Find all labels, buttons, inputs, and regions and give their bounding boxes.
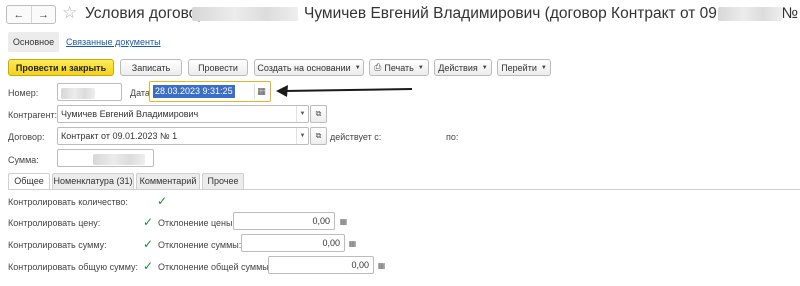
actions-label: Действия: [438, 62, 478, 73]
price-deviation-label: Отклонение цены:: [158, 218, 235, 228]
tab-divider: [8, 189, 800, 190]
date-value: 28.03.2023 9:31:25: [153, 85, 235, 98]
total-deviation-field[interactable]: 0,00: [268, 256, 374, 274]
contract-value: Контракт от 09.01.2023 № 1: [61, 131, 178, 141]
open-link-icon[interactable]: ⧉: [310, 127, 327, 145]
calendar-icon[interactable]: ▦: [254, 84, 268, 99]
control-quantity-label: Контролировать количество:: [8, 197, 128, 207]
chevron-down-icon: ▼: [354, 64, 361, 71]
tab-comment[interactable]: Комментарий: [136, 173, 200, 189]
counterparty-label: Контрагент:: [8, 110, 58, 120]
sum-deviation-field[interactable]: 0,00: [241, 234, 345, 252]
chevron-down-icon: ▼: [540, 64, 547, 71]
navigation-buttons: ← →: [6, 5, 56, 24]
post-and-close-button[interactable]: Провести и закрыть: [8, 59, 114, 76]
chevron-down-icon: ▼: [481, 64, 488, 71]
star-icon[interactable]: ☆: [62, 3, 77, 23]
goto-button[interactable]: Перейти ▼: [497, 59, 551, 76]
goto-label: Перейти: [501, 62, 537, 73]
printer-icon: ⎙: [374, 62, 382, 72]
counterparty-value: Чумичев Евгений Владимирович: [61, 109, 199, 119]
valid-from-label: действует с:: [330, 132, 382, 142]
tab-other[interactable]: Прочее: [202, 173, 244, 189]
calculator-icon[interactable]: ▦: [375, 256, 388, 274]
calculator-icon[interactable]: ▦: [346, 234, 359, 252]
print-label: Печать: [384, 62, 414, 73]
contract-label: Договор:: [8, 132, 45, 142]
sum-label: Сумма:: [8, 155, 39, 165]
section-main[interactable]: Основное: [8, 32, 59, 52]
sum-deviation-label: Отклонение суммы:: [158, 240, 242, 250]
redacted-number: [61, 88, 95, 100]
create-based-on-button[interactable]: Создать на основании ▼: [254, 59, 364, 76]
price-deviation-field[interactable]: 0,00: [233, 212, 335, 230]
control-price-label: Контролировать цену:: [8, 218, 101, 228]
redacted-title-suffix: [718, 7, 782, 21]
chevron-down-icon: ▼: [417, 64, 424, 71]
number-field[interactable]: [57, 83, 122, 101]
back-arrow-icon[interactable]: ←: [7, 6, 31, 23]
chevron-down-icon[interactable]: ▼: [296, 106, 308, 122]
section-related-documents[interactable]: Связанные документы: [66, 32, 161, 52]
chevron-down-icon[interactable]: ▼: [296, 128, 308, 144]
checkmark-icon[interactable]: ✓: [143, 238, 153, 250]
redacted-document-number: [192, 7, 298, 21]
tab-general[interactable]: Общее: [8, 173, 50, 190]
write-button[interactable]: Записать: [120, 59, 182, 76]
control-total-sum-label: Контролировать общую сумму:: [8, 262, 139, 272]
post-button[interactable]: Провести: [188, 59, 248, 76]
tab-nomenclature[interactable]: Номенклатура (31): [52, 173, 134, 189]
contract-field[interactable]: Контракт от 09.01.2023 № 1 ▼: [57, 127, 309, 145]
actions-button[interactable]: Действия ▼: [434, 59, 492, 76]
checkmark-icon[interactable]: ✓: [143, 216, 153, 228]
date-field[interactable]: 28.03.2023 9:31:25 ▦: [149, 81, 271, 102]
redacted-sum: [93, 154, 145, 166]
control-sum-label: Контролировать сумму:: [8, 240, 107, 250]
valid-to-label: по:: [446, 132, 459, 142]
number-label: Номер:: [8, 88, 39, 98]
create-based-on-label: Создать на основании: [257, 62, 351, 73]
print-button[interactable]: ⎙ Печать ▼: [369, 59, 429, 76]
calculator-icon[interactable]: ▦: [337, 212, 350, 230]
arrow-annotation-icon: [276, 85, 413, 97]
counterparty-field[interactable]: Чумичев Евгений Владимирович ▼: [57, 105, 309, 123]
total-deviation-label: Отклонение общей суммы:: [158, 262, 272, 272]
checkmark-icon[interactable]: ✓: [157, 195, 167, 207]
checkmark-icon[interactable]: ✓: [143, 260, 153, 272]
sum-field[interactable]: [57, 149, 154, 167]
open-link-icon[interactable]: ⧉: [310, 105, 327, 123]
forward-arrow-icon[interactable]: →: [30, 6, 55, 23]
